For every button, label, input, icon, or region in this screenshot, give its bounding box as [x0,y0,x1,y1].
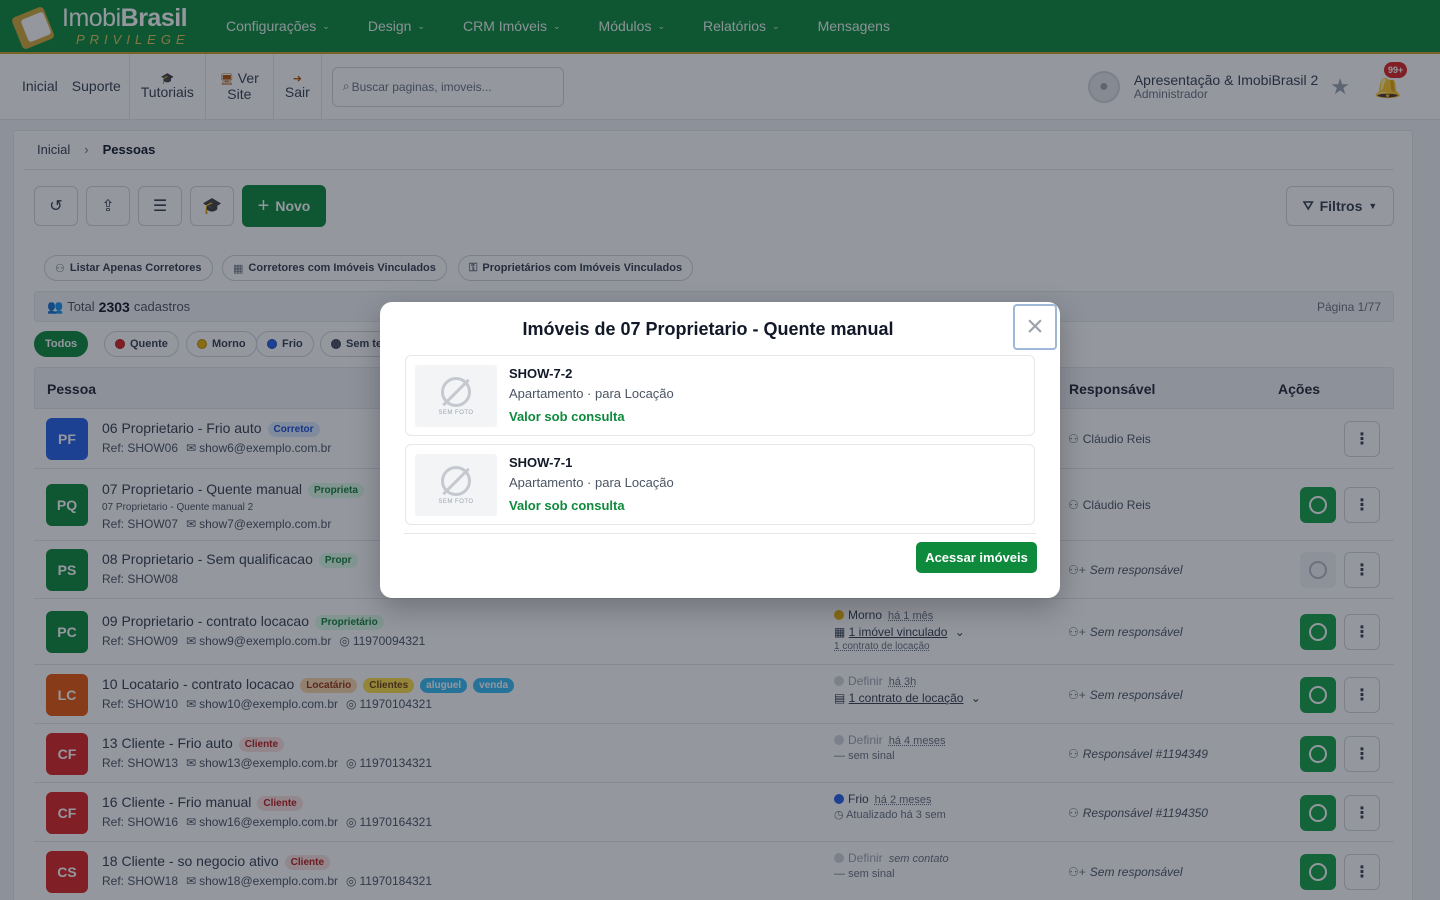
no-photo-icon [441,465,471,496]
property-type: Apartamento · para Locação [509,386,674,401]
property-thumbnail: SEM FOTO [415,365,497,427]
modal-divider [404,533,1036,534]
property-code: SHOW-7-2 [509,366,573,381]
property-code: SHOW-7-1 [509,455,573,470]
property-price: Valor sob consulta [509,498,625,513]
no-photo-label: SEM FOTO [438,498,474,505]
property-price: Valor sob consulta [509,409,625,424]
modal-title: Imóveis de 07 Proprietario - Quente manu… [522,319,894,339]
no-photo-label: SEM FOTO [438,409,474,416]
property-type: Apartamento · para Locação [509,475,674,490]
property-card[interactable]: SEM FOTO SHOW-7-1 Apartamento · para Locaç… [405,444,1035,525]
acessar-imoveis-button[interactable]: Acessar imóveis [916,542,1037,573]
property-thumbnail: SEM FOTO [415,454,497,516]
close-icon[interactable]: × [1013,304,1057,350]
no-photo-icon [441,376,471,407]
property-card[interactable]: SEM FOTO SHOW-7-2 Apartamento · para Locaç… [405,355,1035,436]
properties-modal: Imóveis de 07 Proprietario - Quente manu… [380,302,1060,598]
